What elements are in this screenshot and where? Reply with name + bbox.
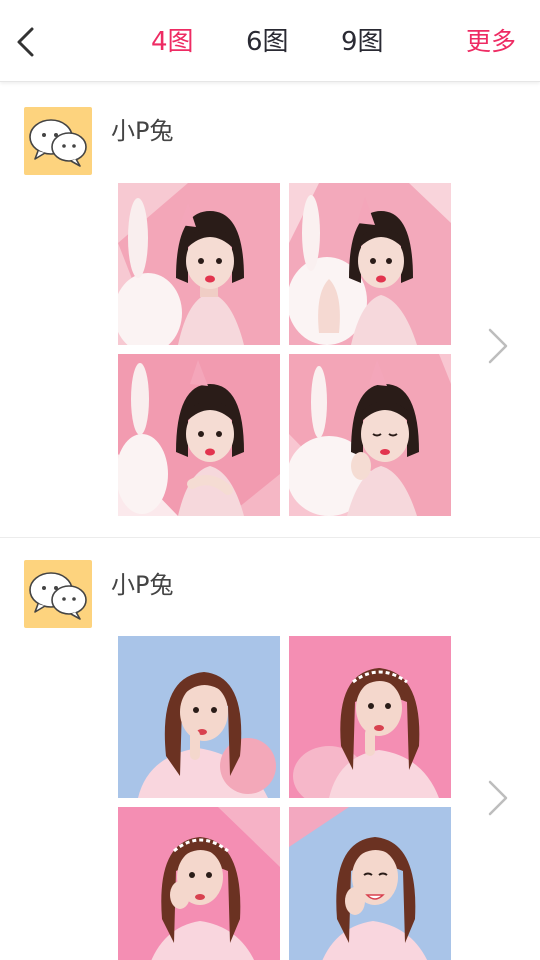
photo-thumbnail[interactable] (118, 636, 280, 798)
photo-thumbnail[interactable] (118, 183, 280, 345)
tab-9-images[interactable]: 9图 (341, 22, 384, 62)
tab-4-images[interactable]: 4图 (151, 22, 194, 62)
chevron-right-icon[interactable] (482, 776, 512, 820)
tab-6-images[interactable]: 6图 (246, 22, 289, 62)
wechat-bubbles-icon (29, 119, 87, 167)
username: 小P兔 (111, 571, 174, 599)
photo-thumbnail[interactable] (289, 354, 451, 516)
more-button[interactable]: 更多 (466, 22, 516, 62)
wechat-bubbles-icon (29, 572, 87, 620)
photo-thumbnail[interactable] (289, 183, 451, 345)
back-button[interactable] (6, 20, 46, 64)
post-card[interactable]: 小P兔 (0, 539, 540, 960)
username: 小P兔 (111, 117, 174, 145)
photo-thumbnail[interactable] (289, 636, 451, 798)
chevron-left-icon (17, 27, 34, 57)
avatar[interactable] (24, 560, 92, 628)
post-card[interactable]: 小P兔 (0, 83, 540, 538)
photo-thumbnail[interactable] (118, 354, 280, 516)
photo-thumbnail[interactable] (118, 807, 280, 960)
photo-thumbnail[interactable] (289, 807, 451, 960)
avatar[interactable] (24, 107, 92, 175)
top-nav-bar: 4图 6图 9图 更多 (0, 0, 540, 82)
chevron-right-icon[interactable] (482, 324, 512, 368)
